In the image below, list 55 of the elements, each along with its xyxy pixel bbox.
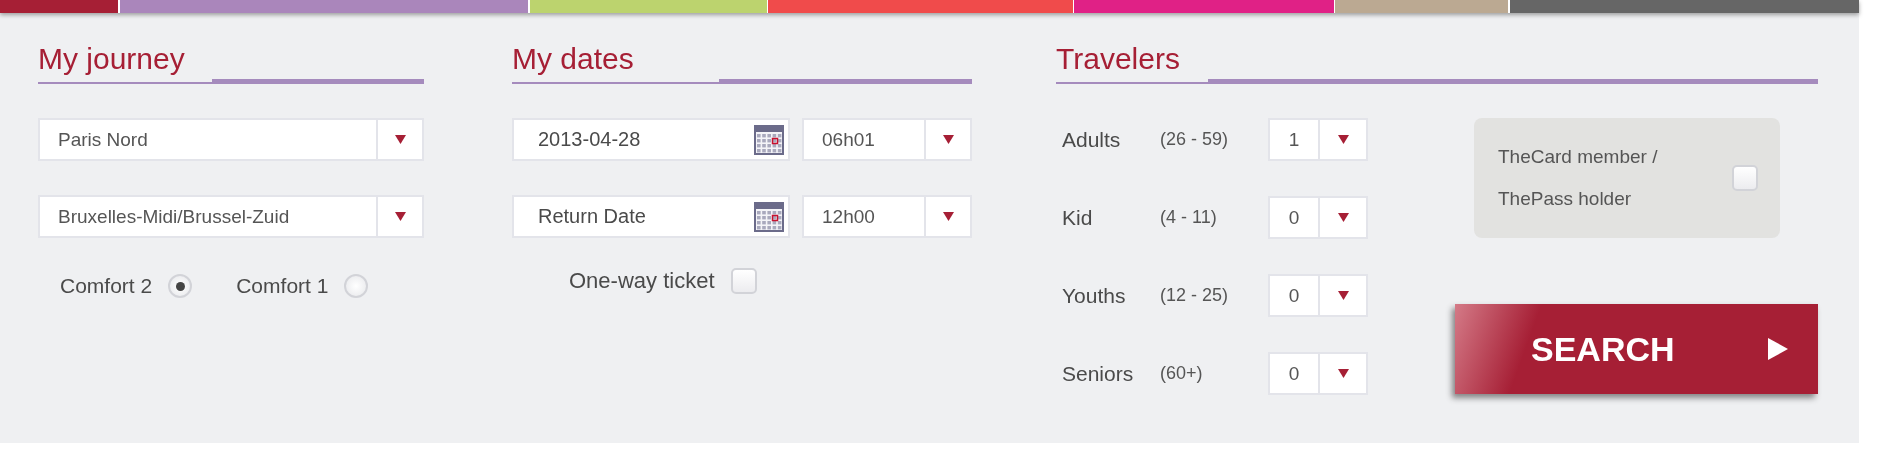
comfort-label: Comfort 2 <box>60 274 153 298</box>
traveler-label: Adults <box>1061 127 1122 152</box>
dropdown-arrow-icon <box>394 135 406 144</box>
traveler-label: Youths <box>1061 283 1127 308</box>
dropdown-arrow-icon <box>1337 213 1349 222</box>
age-range: (60+) <box>1160 363 1204 384</box>
count-dropdown[interactable]: 1 <box>1268 118 1368 161</box>
one-way-label: One-way ticket <box>569 268 715 294</box>
date-field[interactable]: 2013-04-28 <box>512 118 790 161</box>
date-value: Return Date <box>538 205 646 228</box>
play-icon <box>1768 338 1788 360</box>
count-dropdown[interactable]: 0 <box>1268 352 1368 395</box>
station-value: Paris Nord <box>57 128 149 151</box>
card-label: TheCard member / ThePass holder <box>1498 145 1659 211</box>
dropdown-arrow-icon <box>1337 369 1349 378</box>
dropdown-arrow-icon <box>1337 291 1349 300</box>
count-dropdown[interactable]: 0 <box>1268 196 1368 239</box>
dropdown-arrow-icon <box>942 212 954 221</box>
count-dropdown[interactable]: 0 <box>1268 274 1368 317</box>
dropdown-arrow-icon <box>394 212 406 221</box>
count-value: 0 <box>1287 206 1301 229</box>
station-dropdown[interactable]: Paris Nord <box>38 118 424 161</box>
date-value: 2013-04-28 <box>538 128 641 151</box>
section-heading: Travelers <box>1056 41 1181 77</box>
station-value: Bruxelles-Midi/Brussel-Zuid <box>57 205 291 228</box>
section-heading: My journey <box>38 41 186 77</box>
dropdown-arrow-icon <box>1337 135 1349 144</box>
age-range: (12 - 25) <box>1160 285 1230 306</box>
traveler-label: Seniors <box>1061 361 1135 386</box>
station-dropdown[interactable]: Bruxelles-Midi/Brussel-Zuid <box>38 195 424 238</box>
date-field[interactable]: Return Date <box>512 195 790 238</box>
comfort-option[interactable]: Comfort 1 <box>236 274 369 298</box>
checkbox[interactable] <box>730 268 757 294</box>
card-option[interactable]: TheCard member / ThePass holder <box>1474 118 1780 238</box>
age-range: (26 - 59) <box>1160 129 1230 150</box>
one-way-option[interactable]: One-way ticket <box>569 268 972 294</box>
count-value: 1 <box>1287 128 1301 151</box>
time-value: 12h00 <box>821 205 876 228</box>
time-dropdown[interactable]: 12h00 <box>802 195 972 238</box>
radio-button[interactable] <box>344 274 369 298</box>
calendar-icon[interactable] <box>754 124 784 155</box>
search-button[interactable]: SEARCH <box>1455 304 1818 394</box>
comfort-option[interactable]: Comfort 2 <box>60 274 193 298</box>
calendar-icon[interactable] <box>754 201 784 232</box>
dropdown-arrow-icon <box>942 135 954 144</box>
comfort-label: Comfort 1 <box>236 274 329 298</box>
traveler-label: Kid <box>1061 205 1094 230</box>
count-value: 0 <box>1287 362 1301 385</box>
section-heading: My dates <box>512 41 635 77</box>
age-range: (4 - 11) <box>1160 207 1218 228</box>
time-dropdown[interactable]: 06h01 <box>802 118 972 161</box>
time-value: 06h01 <box>821 128 876 151</box>
count-value: 0 <box>1287 284 1301 307</box>
checkbox[interactable] <box>1732 165 1758 191</box>
radio-button[interactable] <box>168 274 193 298</box>
